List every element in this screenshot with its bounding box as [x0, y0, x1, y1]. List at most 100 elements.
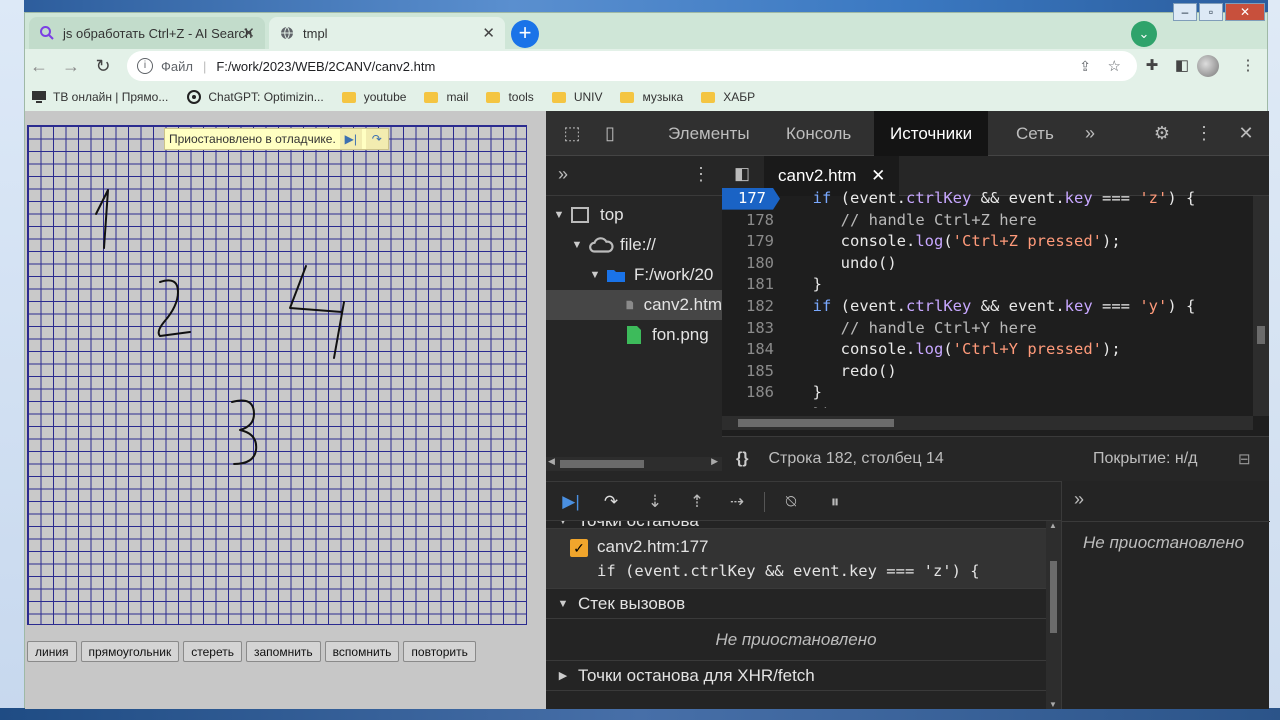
minimize-button[interactable]: – — [1173, 3, 1197, 21]
new-tab-button[interactable]: + — [511, 20, 539, 48]
section-xhr-breakpoints[interactable]: ▶ Точки останова для XHR/fetch — [546, 661, 1046, 691]
tree-item-fon[interactable]: fon.png — [546, 320, 722, 350]
breakpoint-checkbox[interactable]: ✓ — [570, 539, 588, 557]
bookmark-youtube[interactable]: youtube — [341, 90, 406, 104]
tab-network[interactable]: Сеть — [1000, 111, 1070, 156]
menu-kebab-icon[interactable]: ⋮ — [1237, 55, 1259, 77]
tab-tmpl[interactable]: tmpl ✕ — [269, 17, 505, 49]
scroll-up-icon[interactable]: ▲ — [1049, 521, 1057, 530]
tab-sources[interactable]: Источники — [874, 111, 989, 156]
bookmark-chatgpt[interactable]: ChatGPT: Optimizin... — [186, 90, 324, 104]
info-icon[interactable]: i — [137, 58, 153, 74]
code-line[interactable]: 184 console.log('Ctrl+Y pressed'); — [722, 339, 1269, 361]
maximize-button[interactable]: ▫ — [1199, 3, 1223, 21]
close-icon[interactable]: ✕ — [871, 166, 885, 185]
code-line[interactable]: 183 // handle Ctrl+Y here — [722, 318, 1269, 340]
line-number[interactable]: 185 — [722, 361, 780, 383]
tab-elements[interactable]: Элементы — [652, 111, 766, 156]
step-over-icon[interactable]: ↷ — [365, 129, 388, 149]
address-bar[interactable]: i Файл | F:/work/2023/WEB/2CANV/canv2.ht… — [127, 51, 1137, 81]
section-breakpoints[interactable]: ▼ Точки останова — [546, 521, 1046, 529]
breakpoint-marker[interactable]: 177 — [722, 188, 780, 210]
star-icon[interactable]: ☆ — [1108, 57, 1121, 75]
avatar[interactable] — [1197, 55, 1219, 77]
code-line[interactable]: 181 } — [722, 274, 1269, 296]
repeat-button[interactable]: повторить — [403, 641, 476, 662]
drawing-canvas[interactable] — [27, 125, 527, 625]
erase-button[interactable]: стереть — [183, 641, 242, 662]
scroll-right-icon[interactable]: ▶ — [711, 456, 718, 467]
bookmark-tools[interactable]: tools — [486, 90, 534, 104]
tree-item-canv2[interactable]: canv2.htm — [546, 290, 722, 320]
window-close-button[interactable]: ✕ — [1225, 3, 1265, 21]
bookmark-habr[interactable]: ХАБР — [701, 90, 755, 104]
line-button[interactable]: линия — [27, 641, 77, 662]
code-line[interactable]: 182 if (event.ctrlKey && event.key === '… — [722, 296, 1269, 318]
editor-vscrollbar[interactable] — [1253, 196, 1269, 416]
close-icon[interactable]: ✕ — [1234, 121, 1258, 145]
scrollbar-thumb[interactable] — [738, 419, 894, 427]
line-number[interactable]: 183 — [722, 318, 780, 340]
close-icon[interactable]: ✕ — [482, 24, 495, 42]
line-number[interactable]: 184 — [722, 339, 780, 361]
close-icon[interactable]: ✕ — [242, 24, 255, 42]
line-number[interactable]: 186 — [722, 382, 780, 404]
collapse-panel-icon[interactable]: ⊟ — [1238, 450, 1251, 468]
navigator-hscrollbar[interactable]: ◀ ▶ — [546, 456, 722, 471]
sidebar-vscrollbar[interactable]: ▲ ▼ — [1046, 521, 1061, 709]
gear-icon[interactable]: ⚙ — [1150, 121, 1174, 145]
chevron-down-icon[interactable]: ⌄ — [1131, 21, 1157, 47]
toggle-navigator-icon[interactable]: ◧ — [734, 164, 750, 184]
step-icon[interactable]: ⇢ — [724, 490, 750, 514]
bookmark-music[interactable]: музыка — [620, 90, 683, 104]
back-arrow-icon[interactable]: ← — [27, 54, 51, 78]
remember-button[interactable]: запомнить — [245, 641, 321, 662]
inspect-element-icon[interactable]: ⬚ — [560, 121, 584, 145]
menu-kebab-icon[interactable]: ⋮ — [1192, 121, 1216, 145]
code-area[interactable]: 177 if (event.ctrlKey && event.key === '… — [722, 188, 1269, 408]
rectangle-button[interactable]: прямоугольник — [80, 641, 180, 662]
step-over-icon[interactable]: ↷ — [598, 490, 624, 514]
breakpoint-item[interactable]: ✓ canv2.htm:177 if (event.ctrlKey && eve… — [546, 529, 1046, 589]
extensions-icon[interactable]: ✚ — [1141, 55, 1163, 77]
reload-icon[interactable]: ↻ — [91, 54, 115, 78]
code-line[interactable]: 178 // handle Ctrl+Z here — [722, 210, 1269, 232]
line-number[interactable]: 181 — [722, 274, 780, 296]
scrollbar-thumb[interactable] — [1050, 561, 1057, 633]
scrollbar-thumb[interactable] — [560, 460, 644, 468]
tab-console[interactable]: Консоль — [770, 111, 867, 156]
scroll-left-icon[interactable]: ◀ — [548, 456, 555, 467]
resume-icon[interactable]: ▶| — [558, 490, 584, 514]
bookmark-tv[interactable]: ТВ онлайн | Прямо... — [31, 90, 168, 104]
more-icon[interactable]: » — [558, 164, 568, 185]
device-toolbar-icon[interactable]: ▯ — [598, 121, 622, 145]
code-line[interactable]: 180 undo() — [722, 253, 1269, 275]
expand-icon[interactable]: » — [1074, 489, 1084, 510]
more-tabs-icon[interactable]: » — [1078, 121, 1102, 145]
line-number[interactable]: 180 — [722, 253, 780, 275]
tree-item-folder[interactable]: ▼ F:/work/20 — [546, 260, 722, 290]
tree-item-top[interactable]: ▼ top — [546, 200, 722, 230]
pretty-print-icon[interactable]: {} — [736, 450, 748, 468]
line-number[interactable]: 187 — [722, 404, 780, 408]
code-line[interactable]: 187 }); — [722, 404, 1269, 408]
share-icon[interactable]: ⇪ — [1079, 58, 1091, 75]
line-number[interactable]: 179 — [722, 231, 780, 253]
section-call-stack[interactable]: ▼ Стек вызовов — [546, 589, 1046, 619]
code-line[interactable]: 179 console.log('Ctrl+Z pressed'); — [722, 231, 1269, 253]
menu-kebab-icon[interactable]: ⋮ — [692, 164, 710, 185]
code-line[interactable]: 185 redo() — [722, 361, 1269, 383]
line-number[interactable]: 178 — [722, 210, 780, 232]
tree-item-origin[interactable]: ▼ file:// — [546, 230, 722, 260]
deactivate-breakpoints-icon[interactable]: ⍉ — [778, 490, 804, 514]
bookmark-mail[interactable]: mail — [424, 90, 468, 104]
tab-ai-search[interactable]: js обработать Ctrl+Z - AI Search ✕ — [29, 17, 265, 49]
pause-on-exceptions-icon[interactable]: ⏸ — [822, 490, 848, 514]
bookmark-univ[interactable]: UNIV — [551, 90, 602, 104]
side-panel-icon[interactable]: ◧ — [1171, 55, 1193, 77]
step-out-icon[interactable]: ⇡ — [684, 490, 710, 514]
editor-hscrollbar[interactable] — [722, 416, 1253, 430]
code-line[interactable]: 177 if (event.ctrlKey && event.key === '… — [722, 188, 1269, 210]
step-into-icon[interactable]: ⇣ — [642, 490, 668, 514]
scroll-down-icon[interactable]: ▼ — [1049, 700, 1057, 709]
